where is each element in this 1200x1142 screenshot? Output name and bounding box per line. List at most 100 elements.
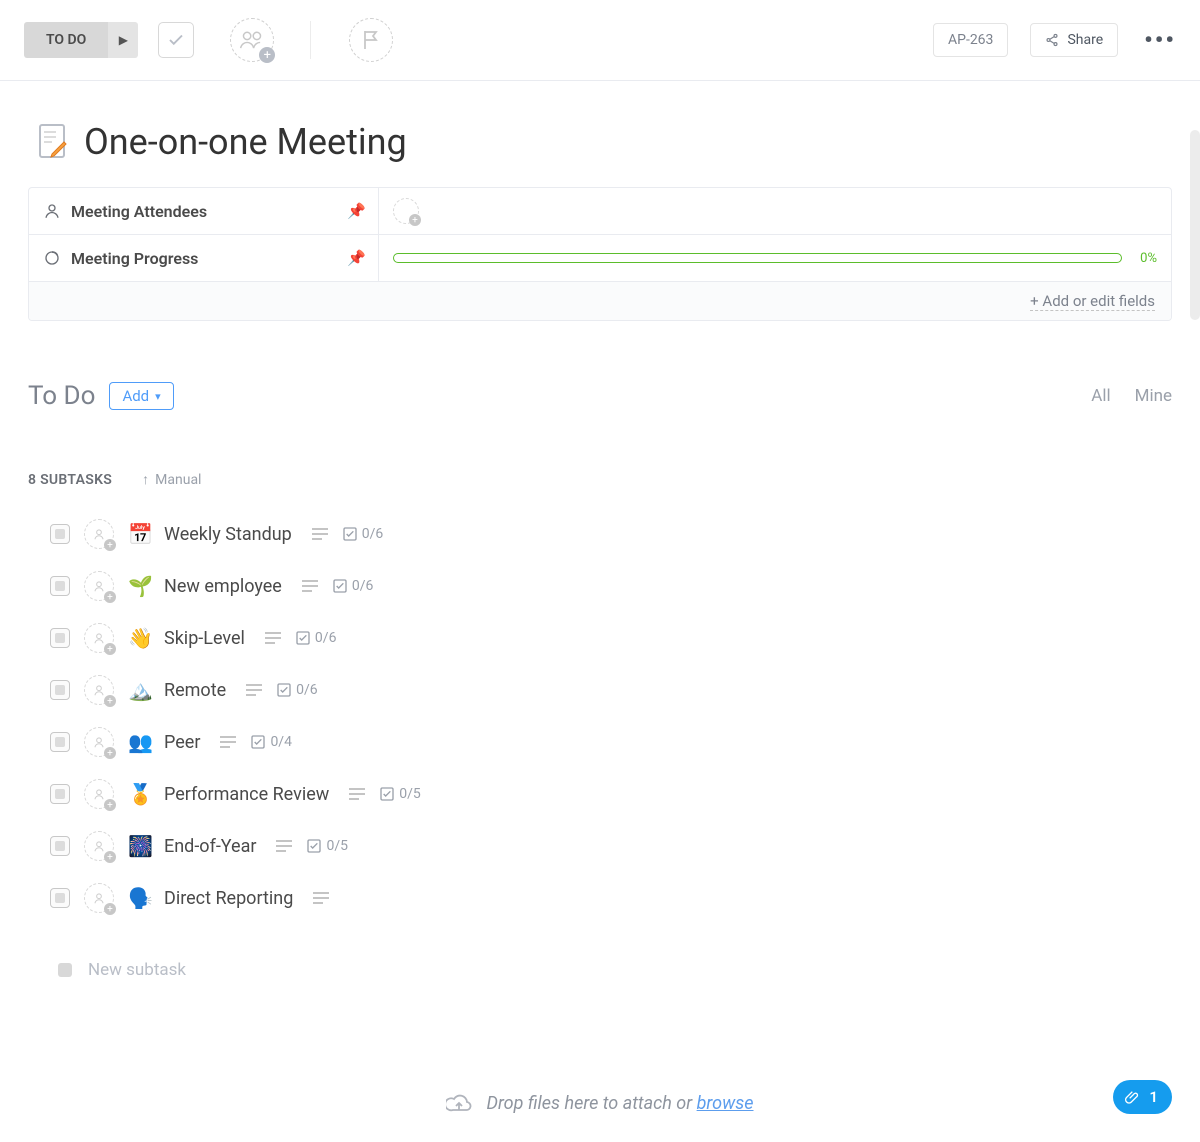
more-menu-button[interactable]: •••	[1144, 26, 1176, 54]
subtask-name[interactable]: Remote	[164, 680, 226, 701]
status-square[interactable]	[50, 732, 70, 752]
subtask-emoji: 🏔️	[128, 678, 150, 702]
subtask-name[interactable]: Skip-Level	[164, 628, 245, 649]
add-fields-button[interactable]: + Add or edit fields	[29, 282, 1171, 320]
subtask-row[interactable]: 🎆End-of-Year0/5	[50, 820, 1172, 872]
assignee-add-icon[interactable]	[84, 675, 114, 705]
field-label-text: Meeting Attendees	[71, 202, 207, 221]
assignee-add-icon[interactable]	[84, 831, 114, 861]
subtask-name[interactable]: New employee	[164, 576, 282, 597]
sort-dropdown[interactable]: ↑ Manual	[142, 471, 201, 488]
subtasks-count: 8 SUBTASKS	[28, 472, 112, 488]
checklist-count[interactable]: 0/5	[379, 786, 421, 802]
check-icon	[167, 31, 185, 49]
status-square[interactable]	[50, 680, 70, 700]
filter-all[interactable]: All	[1091, 386, 1110, 406]
field-label: Meeting Progress 📌	[29, 235, 379, 281]
pin-icon[interactable]: 📌	[347, 202, 366, 220]
next-status-icon[interactable]: ▶	[108, 22, 138, 58]
mark-complete-button[interactable]	[158, 22, 194, 58]
checklist-count[interactable]: 0/5	[306, 838, 348, 854]
description-icon[interactable]	[246, 681, 262, 700]
status-square[interactable]	[50, 628, 70, 648]
checklist-count[interactable]: 0/6	[342, 526, 384, 542]
subtask-row[interactable]: 🏔️ Remote 0/6	[50, 664, 1172, 716]
share-button[interactable]: Share	[1030, 23, 1118, 57]
subtask-row[interactable]: 🏅Performance Review0/5	[50, 768, 1172, 820]
status-square[interactable]	[50, 836, 70, 856]
subtask-name[interactable]: Weekly Standup	[164, 524, 292, 545]
assignee-add-icon[interactable]	[84, 779, 114, 809]
progress-percent: 0%	[1140, 251, 1157, 266]
title-area: One-on-one Meeting	[0, 81, 1200, 187]
status-button[interactable]: TO DO ▶	[24, 22, 138, 58]
description-icon[interactable]	[349, 785, 365, 804]
status-label: TO DO	[24, 22, 108, 58]
subtask-row[interactable]: 📅Weekly Standup0/6	[50, 508, 1172, 560]
add-dropdown-button[interactable]: Add	[109, 382, 173, 410]
pin-icon[interactable]: 📌	[347, 249, 366, 267]
status-square[interactable]	[50, 524, 70, 544]
checklist-count[interactable]: 0/6	[332, 578, 374, 594]
toolbar-divider	[310, 21, 311, 59]
assignee-add-icon[interactable]	[84, 883, 114, 913]
toolbar: TO DO ▶ + AP-263 Share •••	[0, 0, 1200, 81]
flag-icon	[362, 30, 380, 50]
new-subtask-square	[58, 963, 72, 977]
assignee-add-icon[interactable]	[84, 623, 114, 653]
clip-counter-badge[interactable]: 1	[1113, 1080, 1172, 1114]
task-id-chip[interactable]: AP-263	[933, 23, 1008, 57]
dropzone-text: Drop files here to attach or	[486, 1093, 696, 1114]
subtask-list: 📅Weekly Standup0/6🌱New employee0/6👋Skip-…	[0, 508, 1200, 1000]
priority-button[interactable]	[349, 18, 393, 62]
subtask-name[interactable]: Peer	[164, 732, 200, 753]
todo-header: To Do Add All Mine	[0, 321, 1200, 419]
description-icon[interactable]	[220, 733, 236, 752]
description-icon[interactable]	[312, 525, 328, 544]
description-icon[interactable]	[276, 837, 292, 856]
checklist-count[interactable]: 0/6	[276, 682, 318, 698]
subtask-row[interactable]: 🌱New employee0/6	[50, 560, 1172, 612]
share-icon	[1045, 33, 1059, 47]
subtask-name[interactable]: Direct Reporting	[164, 888, 293, 909]
new-subtask-input[interactable]: New subtask	[50, 940, 1172, 1000]
description-icon[interactable]	[265, 629, 281, 648]
checklist-count[interactable]: 0/6	[295, 630, 337, 646]
assignee-add-icon[interactable]	[84, 727, 114, 757]
add-attendee-icon[interactable]	[393, 198, 419, 224]
custom-fields-table: Meeting Attendees 📌 Meeting Progress 📌 0…	[28, 187, 1172, 321]
subtask-row[interactable]: 👥Peer0/4	[50, 716, 1172, 768]
plus-badge-icon: +	[259, 47, 275, 63]
checklist-count-text: 0/5	[399, 786, 421, 802]
subtask-name[interactable]: End-of-Year	[164, 836, 256, 857]
subtask-name[interactable]: Performance Review	[164, 784, 329, 805]
field-value-attendees[interactable]	[379, 198, 1171, 224]
share-label: Share	[1067, 32, 1103, 48]
subtask-row[interactable]: 🗣️Direct Reporting	[50, 872, 1172, 924]
browse-link[interactable]: browse	[697, 1093, 754, 1114]
assignees-button[interactable]: +	[230, 18, 274, 62]
dropzone[interactable]: Drop files here to attach or browse	[0, 1092, 1200, 1114]
progress-bar[interactable]	[393, 253, 1122, 263]
add-fields-label: + Add or edit fields	[1030, 292, 1155, 311]
checklist-count-text: 0/6	[296, 682, 318, 698]
status-square[interactable]	[50, 888, 70, 908]
checklist-count[interactable]: 0/4	[250, 734, 292, 750]
assignee-add-icon[interactable]	[84, 519, 114, 549]
status-square[interactable]	[50, 784, 70, 804]
description-icon[interactable]	[302, 577, 318, 596]
field-value-progress[interactable]: 0%	[379, 251, 1171, 266]
todo-filter-tabs: All Mine	[1091, 386, 1172, 406]
subtask-row[interactable]: 👋Skip-Level0/6	[50, 612, 1172, 664]
assignee-add-icon[interactable]	[84, 571, 114, 601]
field-label-text: Meeting Progress	[71, 249, 198, 268]
filter-mine[interactable]: Mine	[1135, 386, 1172, 406]
status-square[interactable]	[50, 576, 70, 596]
page-title[interactable]: One-on-one Meeting	[84, 121, 407, 163]
checklist-count-text: 0/6	[352, 578, 374, 594]
description-icon[interactable]	[313, 889, 329, 908]
edit-page-icon	[36, 122, 70, 162]
field-row-progress: Meeting Progress 📌 0%	[29, 235, 1171, 282]
scrollbar[interactable]	[1190, 130, 1200, 320]
checklist-count-text: 0/4	[270, 734, 292, 750]
